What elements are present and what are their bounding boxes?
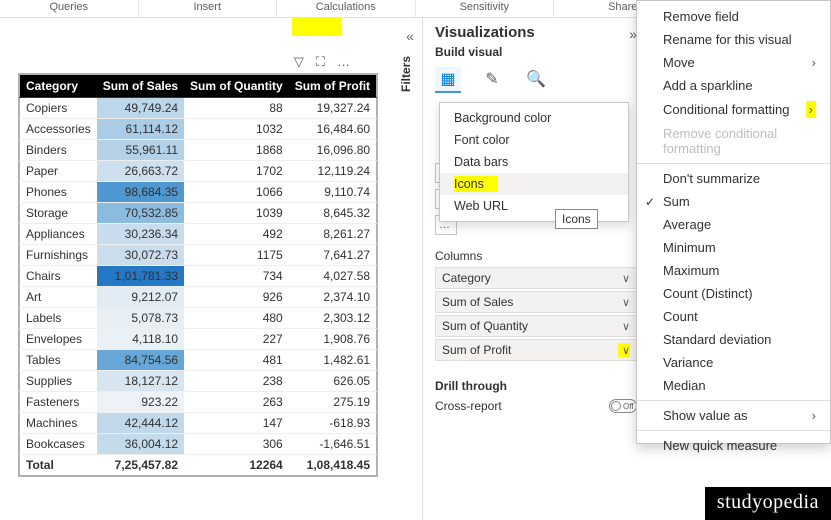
ctx-stdev[interactable]: Standard deviation (637, 328, 830, 351)
chevron-right-icon: › (812, 408, 816, 423)
columns-label: Columns (435, 249, 637, 263)
ctx-count[interactable]: Count (637, 305, 830, 328)
table-row[interactable]: Machines42,444.12147-618.93 (20, 413, 377, 434)
col-header-sales[interactable]: Sum of Sales (97, 75, 184, 98)
well-quantity[interactable]: Sum of Quantity∨ (435, 315, 637, 337)
menu-fontcolor[interactable]: Font color (440, 129, 628, 151)
format-visual-tab-icon[interactable]: ✎ (479, 67, 505, 93)
chevron-right-icon: › (812, 55, 816, 70)
analytics-tab-icon[interactable]: 🔍 (523, 67, 549, 93)
ctx-remove-cf: Remove conditional formatting (637, 122, 830, 160)
table-row[interactable]: Phones98,684.3510669,110.74 (20, 182, 377, 203)
watermark: studyopedia (705, 487, 831, 520)
ctx-rename[interactable]: Rename for this visual (637, 28, 830, 51)
ctx-sparkline[interactable]: Add a sparkline (637, 74, 830, 97)
ribbon-tab-insert[interactable]: Insert (139, 0, 278, 17)
ribbon-tab-sensitivity[interactable]: Sensitivity (416, 0, 555, 17)
table-row[interactable]: Labels5,078.734802,303.12 (20, 308, 377, 329)
ribbon-tab-calculations[interactable]: Calculations (277, 0, 416, 17)
ctx-maximum[interactable]: Maximum (637, 259, 830, 282)
table-row[interactable]: Paper26,663.72170212,119.24 (20, 161, 377, 182)
ctx-dont-summarize[interactable]: Don't summarize (637, 167, 830, 190)
chevron-down-icon[interactable]: ∨ (622, 272, 630, 285)
table-row[interactable]: Copiers49,749.248819,327.24 (20, 98, 377, 119)
ctx-count-distinct[interactable]: Count (Distinct) (637, 282, 830, 305)
chevron-down-icon[interactable]: ∨ (622, 345, 630, 357)
ctx-move[interactable]: Move› (637, 51, 830, 74)
ctx-average[interactable]: Average (637, 213, 830, 236)
chevron-down-icon[interactable]: ∨ (622, 320, 630, 333)
ribbon-tab-queries[interactable]: Queries (0, 0, 139, 17)
collapse-filters-icon[interactable]: « (399, 28, 421, 44)
well-profit[interactable]: Sum of Profit∨ (435, 339, 637, 361)
ctx-median[interactable]: Median (637, 374, 830, 397)
menu-databars[interactable]: Data bars (440, 151, 628, 173)
menu-weburl[interactable]: Web URL (440, 195, 628, 217)
build-visual-tab-icon[interactable]: ▦ (435, 67, 461, 93)
field-context-menu: Remove field Rename for this visual Move… (636, 0, 831, 444)
visualizations-pane: « Filters » Visualizations Build visual … (422, 18, 647, 520)
viz-pane-subtitle: Build visual (435, 45, 637, 59)
col-header-category[interactable]: Category (20, 75, 97, 98)
ctx-conditional-formatting[interactable]: Conditional formatting› (637, 97, 830, 122)
col-header-qty[interactable]: Sum of Quantity (184, 75, 289, 98)
table-row[interactable]: Supplies18,127.12238626.05 (20, 371, 377, 392)
table-row[interactable]: Binders55,961.11186816,096.80 (20, 140, 377, 161)
tooltip: Icons (555, 209, 598, 229)
well-category[interactable]: Category∨ (435, 267, 637, 289)
chevron-right-icon: › (809, 102, 813, 117)
ctx-sum[interactable]: Sum (637, 190, 830, 213)
ctx-remove-field[interactable]: Remove field (637, 5, 830, 28)
conditional-formatting-submenu: Background color Font color Data bars Ic… (439, 102, 629, 222)
table-row[interactable]: Bookcases36,004.12306-1,646.51 (20, 434, 377, 455)
well-sales[interactable]: Sum of Sales∨ (435, 291, 637, 313)
table-total-row: Total 7,25,457.82 12264 1,08,418.45 (20, 455, 377, 476)
table-row[interactable]: Appliances30,236.344928,261.27 (20, 224, 377, 245)
filter-icon[interactable]: ▽ (294, 54, 304, 70)
menu-bgcolor[interactable]: Background color (440, 107, 628, 129)
table-visual[interactable]: Category Sum of Sales Sum of Quantity Su… (19, 74, 377, 476)
table-row[interactable]: Fasteners923.22263275.19 (20, 392, 377, 413)
table-row[interactable]: Furnishings30,072.7311757,641.27 (20, 245, 377, 266)
chevron-down-icon[interactable]: ∨ (622, 296, 630, 309)
more-options-icon[interactable]: … (337, 54, 352, 70)
table-row[interactable]: Tables84,754.564811,482.61 (20, 350, 377, 371)
table-row[interactable]: Accessories61,114.12103216,484.60 (20, 119, 377, 140)
cross-report-toggle[interactable]: Off (609, 399, 637, 413)
table-row[interactable]: Art9,212.079262,374.10 (20, 287, 377, 308)
ctx-new-quick-measure[interactable]: New quick measure (637, 434, 830, 457)
drill-through-label: Drill through (435, 379, 637, 393)
highlight-marker (292, 18, 342, 36)
viz-pane-title: Visualizations (435, 24, 637, 41)
filters-label[interactable]: Filters (399, 56, 413, 92)
cross-report-label: Cross-report (435, 399, 502, 413)
table-row[interactable]: Storage70,532.8510398,645.32 (20, 203, 377, 224)
table-row[interactable]: Envelopes4,118.102271,908.76 (20, 329, 377, 350)
ctx-show-value-as[interactable]: Show value as› (637, 404, 830, 427)
menu-icons[interactable]: Icons (440, 173, 628, 195)
report-canvas[interactable]: ▽ ⛶ … Category Sum of Sales Sum of Quant… (0, 18, 400, 520)
focus-mode-icon[interactable]: ⛶ (316, 54, 325, 70)
ctx-minimum[interactable]: Minimum (637, 236, 830, 259)
col-header-profit[interactable]: Sum of Profit (289, 75, 377, 98)
table-row[interactable]: Chairs1,01,781.337344,027.58 (20, 266, 377, 287)
ctx-variance[interactable]: Variance (637, 351, 830, 374)
